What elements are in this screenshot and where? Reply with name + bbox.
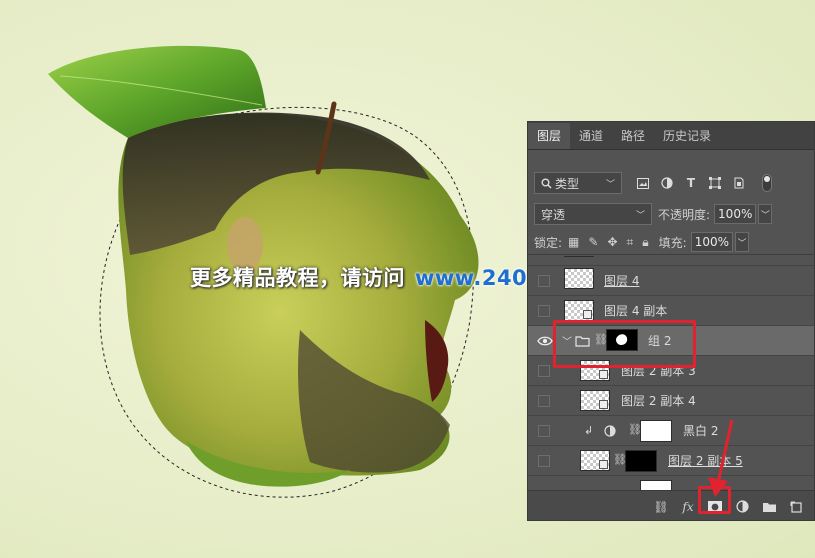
chevron-down-icon: ﹀ [605,179,615,190]
transform-filter-icon[interactable] [708,176,722,190]
adjustment-layer-icon [604,425,616,437]
layer-name: 图层 4 副本 [604,304,668,318]
blend-row: 穿透 ﹀ 不透明度: 100% ﹀ [528,203,814,225]
watermark-text: 更多精品教程，请访问 [190,266,405,290]
filter-toggle[interactable] [762,174,772,192]
filter-kind-dropdown[interactable]: 类型 ﹀ [534,172,622,194]
blend-mode-dropdown[interactable]: 穿透 ﹀ [534,203,652,225]
eye-icon[interactable] [537,335,553,347]
tab-history[interactable]: 历史记录 [654,123,720,149]
lock-transparent-icon[interactable]: ▦ [568,235,579,250]
fill-label: 填充: [658,235,687,250]
layer-thumbnail [564,268,594,289]
filter-icons: T [636,174,772,192]
chevron-down-icon: ﹀ [635,210,645,221]
opacity-input[interactable]: 100% [714,204,757,224]
layer-thumbnail [580,390,610,411]
layer-name: 图层 4 [604,274,640,288]
visibility-toggle[interactable] [538,364,550,377]
layer-thumbnail [580,450,610,471]
visibility-toggle[interactable] [538,394,550,407]
lock-icons: ▦ ✎ ✥ ⌗ 🔒︎ [568,235,649,250]
layer-row[interactable] [528,256,814,266]
smart-object-filter-icon[interactable] [732,176,746,190]
chevron-down-icon[interactable]: ﹀ [735,232,750,252]
layer-thumbnail [564,300,594,321]
smart-object-badge-icon [599,460,608,469]
tab-layers[interactable]: 图层 [528,123,571,149]
tab-channels[interactable]: 通道 [570,123,612,149]
panel-footer: ⛓︎ fx [528,490,814,520]
layer-row[interactable]: 图层 2 副本 4 [528,386,814,416]
layer-row[interactable]: ⛓︎ 图层 2 副本 5 [528,446,814,476]
smart-object-badge-icon [599,370,608,379]
layer-mask-thumbnail[interactable] [625,450,657,472]
visibility-toggle[interactable] [538,274,550,287]
link-layers-icon[interactable]: ⛓︎ [653,499,669,515]
panel-tabs: 图层 通道 路径 历史记录 [528,122,814,150]
layer-list: 图层 4 图层 4 副本 ﹀ ⛓︎ 组 2 图层 2 副本 3 图层 2 副本 … [528,256,814,496]
lock-move-icon[interactable]: ✥ [607,235,617,250]
fx-icon[interactable]: fx [680,499,696,515]
smart-object-badge-icon [583,310,592,319]
new-layer-icon[interactable] [788,499,804,515]
lock-all-icon[interactable]: 🔒︎ [642,235,648,250]
layer-name: 图层 2 副本 4 [621,394,696,408]
filter-kind-label: 类型 [555,176,580,191]
lock-label: 锁定: [534,235,563,250]
clip-arrow-icon: ↲ [584,424,594,437]
lock-artboard-icon[interactable]: ⌗ [627,235,634,250]
highlight-group-mask-box [553,320,696,368]
opacity-label: 不透明度: [658,207,711,222]
tab-paths[interactable]: 路径 [612,123,654,149]
chevron-down-icon[interactable]: ﹀ [758,204,773,224]
new-group-icon[interactable] [761,499,777,515]
image-filter-icon[interactable] [636,176,650,190]
filter-row: 类型 ﹀ T [528,172,814,194]
visibility-toggle[interactable] [538,454,550,467]
adjustment-filter-icon[interactable] [660,176,674,190]
type-filter-icon[interactable]: T [684,176,698,190]
new-adjustment-icon[interactable] [734,499,750,515]
layer-thumbnail [564,256,594,257]
search-icon [541,178,552,189]
layer-mask-thumbnail[interactable] [640,420,672,442]
lock-row: 锁定: ▦ ✎ ✥ ⌗ 🔒︎ 填充: 100% ﹀ [528,232,814,252]
blend-mode-value: 穿透 [541,207,566,222]
divider [528,254,814,255]
visibility-toggle[interactable] [538,424,550,437]
layer-row[interactable]: 图层 4 [528,266,814,296]
visibility-toggle[interactable] [538,304,550,317]
fill-input[interactable]: 100% [690,232,734,252]
lock-brush-icon[interactable]: ✎ [588,235,598,250]
smart-object-badge-icon [599,400,608,409]
annotation-arrow-icon [708,419,734,497]
layer-row[interactable]: ↲ ⛓︎ 黑白 2 [528,416,814,446]
